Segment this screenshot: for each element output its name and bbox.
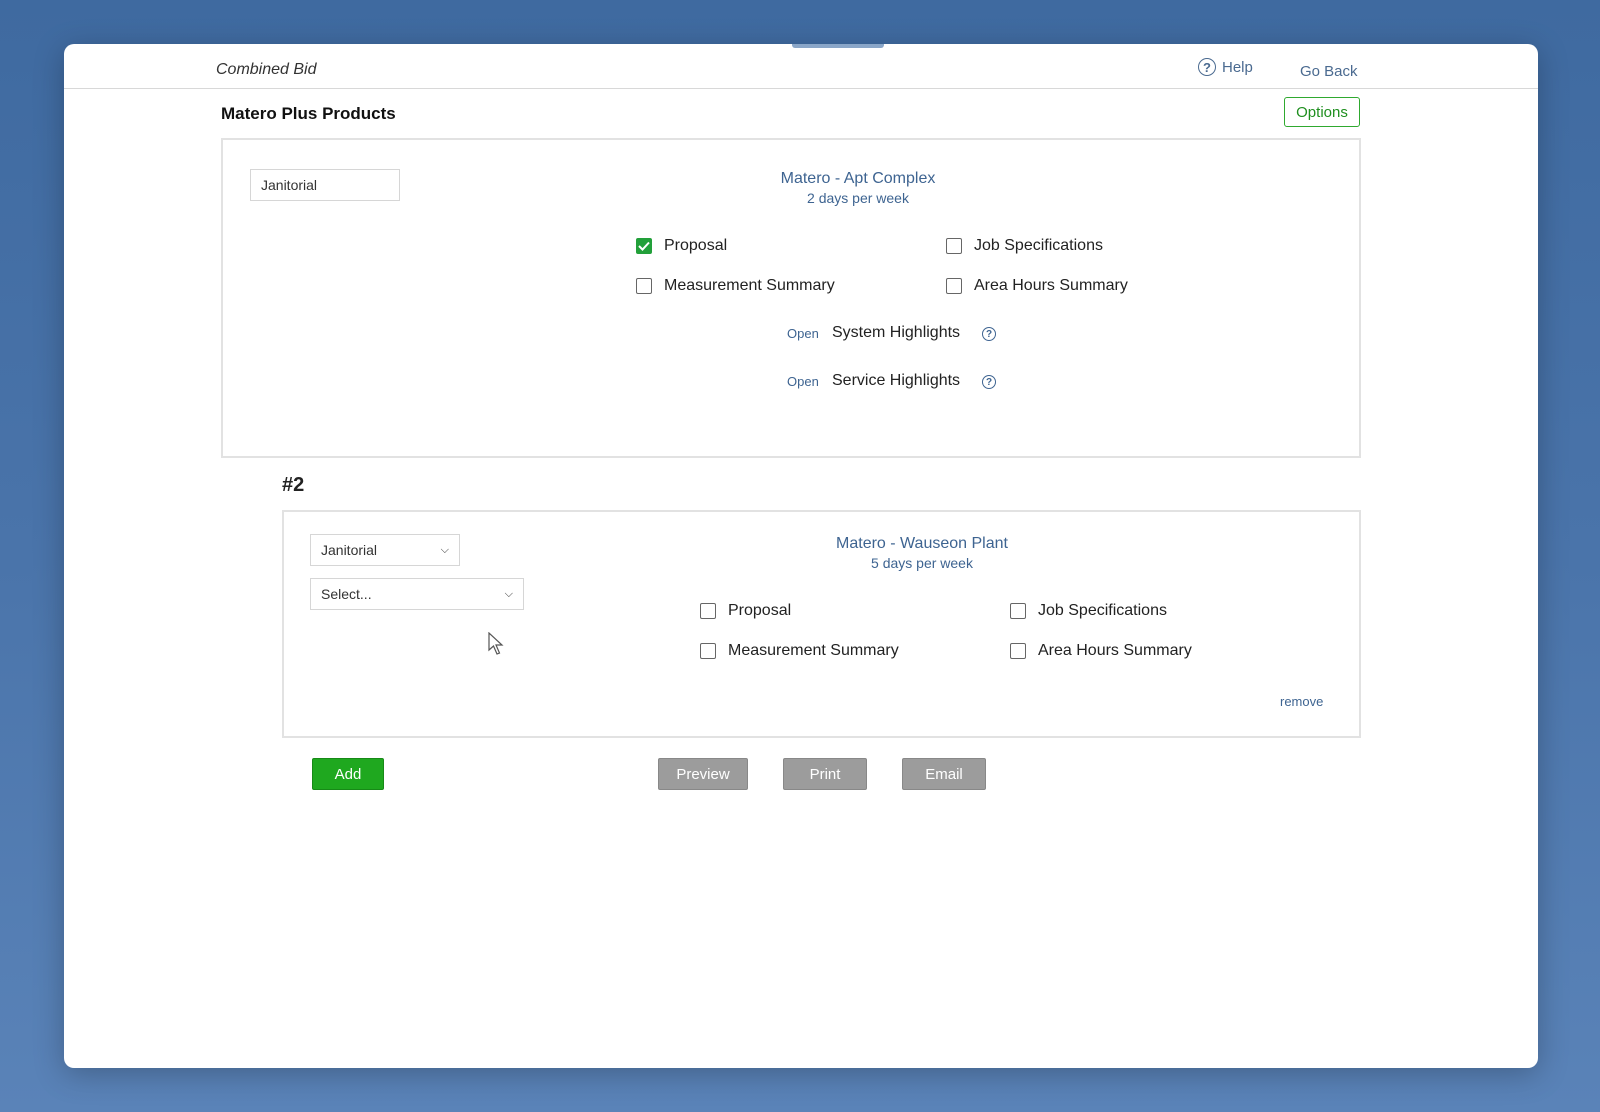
area-hours-summary-checkbox-1[interactable]: Area Hours Summary bbox=[946, 277, 1128, 295]
preview-button[interactable]: Preview bbox=[658, 758, 748, 790]
checkbox-icon bbox=[946, 278, 962, 294]
add-button[interactable]: Add bbox=[312, 758, 384, 790]
go-back-link[interactable]: Go Back bbox=[1300, 63, 1358, 80]
open-service-highlights-link[interactable]: Open bbox=[787, 374, 819, 389]
top-bar: Combined Bid ? Help Go Back bbox=[64, 44, 1538, 89]
chevron-down-icon: ⌵ bbox=[440, 543, 449, 556]
open-system-highlights-link[interactable]: Open bbox=[787, 326, 819, 341]
options-button[interactable]: Options bbox=[1284, 97, 1360, 127]
location-title-1: Matero - Apt Complex bbox=[780, 170, 936, 187]
checkbox-label: Job Specifications bbox=[1038, 602, 1167, 619]
location-select-2[interactable]: Select... ⌵ bbox=[310, 578, 524, 610]
checkbox-icon bbox=[700, 643, 716, 659]
checkbox-icon bbox=[1010, 603, 1026, 619]
checkbox-icon bbox=[946, 238, 962, 254]
service-highlights-label: Service Highlights bbox=[832, 372, 961, 389]
remove-bid-link[interactable]: remove bbox=[1280, 694, 1323, 709]
proposal-checkbox-2[interactable]: Proposal bbox=[700, 602, 791, 620]
email-button[interactable]: Email bbox=[902, 758, 986, 790]
select-value: Janitorial bbox=[321, 542, 378, 558]
app-title: Combined Bid bbox=[216, 61, 317, 78]
section-title: Matero Plus Products bbox=[221, 104, 396, 123]
checkbox-label: Proposal bbox=[664, 237, 728, 254]
location-title-2: Matero - Wauseon Plant bbox=[836, 535, 1008, 552]
checkbox-checked-icon bbox=[636, 238, 652, 254]
service-field-1[interactable] bbox=[250, 169, 400, 201]
measurement-summary-checkbox-2[interactable]: Measurement Summary bbox=[700, 642, 899, 660]
checkbox-icon bbox=[636, 278, 652, 294]
question-icon[interactable]: ? bbox=[982, 327, 996, 341]
area-hours-summary-checkbox-2[interactable]: Area Hours Summary bbox=[1010, 642, 1192, 660]
job-specifications-checkbox-2[interactable]: Job Specifications bbox=[1010, 602, 1167, 620]
print-button[interactable]: Print bbox=[783, 758, 867, 790]
checkbox-label: Measurement Summary bbox=[728, 642, 899, 659]
checkbox-icon bbox=[700, 603, 716, 619]
chevron-down-icon: ⌵ bbox=[504, 587, 513, 600]
app-window: Combined Bid ? Help Go Back Matero Plus … bbox=[64, 44, 1538, 1068]
checkbox-label: Measurement Summary bbox=[664, 277, 835, 294]
measurement-summary-checkbox-1[interactable]: Measurement Summary bbox=[636, 277, 835, 295]
question-icon[interactable]: ? bbox=[982, 375, 996, 389]
system-highlights-label: System Highlights bbox=[832, 324, 961, 341]
help-label: Help bbox=[1222, 58, 1253, 76]
service-select-2[interactable]: Janitorial ⌵ bbox=[310, 534, 460, 566]
help-icon: ? bbox=[1198, 58, 1216, 76]
checkbox-label: Area Hours Summary bbox=[1038, 642, 1192, 659]
select-value: Select... bbox=[321, 586, 372, 602]
checkbox-icon bbox=[1010, 643, 1026, 659]
checkbox-label: Job Specifications bbox=[974, 237, 1103, 254]
proposal-checkbox-1[interactable]: Proposal bbox=[636, 237, 727, 255]
checkbox-label: Proposal bbox=[728, 602, 792, 619]
checkbox-label: Area Hours Summary bbox=[974, 277, 1128, 294]
bid-number-label: #2 bbox=[282, 474, 305, 496]
job-specifications-checkbox-1[interactable]: Job Specifications bbox=[946, 237, 1103, 255]
mouse-cursor-icon bbox=[488, 632, 504, 655]
help-link[interactable]: ? Help bbox=[1198, 58, 1253, 76]
location-frequency-2: 5 days per week bbox=[871, 555, 973, 571]
location-frequency-1: 2 days per week bbox=[807, 190, 909, 206]
